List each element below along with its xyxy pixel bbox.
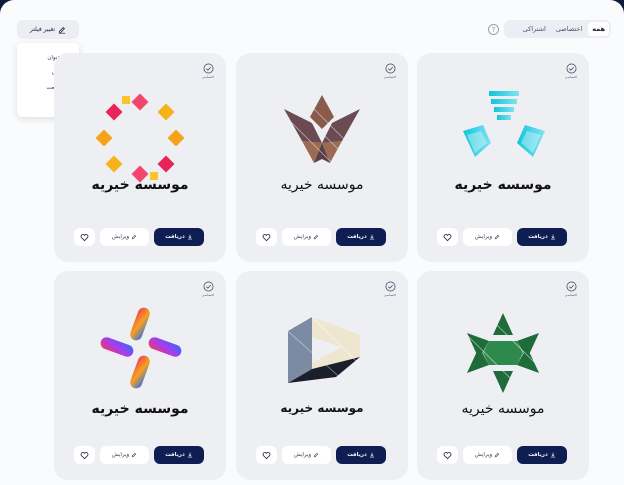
gradient-cross-logo: [100, 307, 182, 389]
favorite-button[interactable]: [256, 228, 277, 246]
download-button[interactable]: دریافت: [336, 228, 386, 246]
download-button[interactable]: دریافت: [517, 228, 567, 246]
exclusive-badge: اختصاصی: [201, 63, 215, 79]
download-button[interactable]: دریافت: [154, 228, 204, 246]
logo-card[interactable]: اختصاصی موسسه خیریه ویرایش دریافت: [236, 271, 408, 480]
exclusive-badge: اختصاصی: [383, 281, 397, 297]
logo-card[interactable]: اختصاصی موسسه خیریه ویرایش دریافت: [417, 271, 589, 480]
download-button[interactable]: دریافت: [517, 446, 567, 464]
green-star-logo: [462, 310, 544, 393]
verified-icon: [203, 63, 213, 74]
tab-shared[interactable]: اشتراکی: [519, 22, 550, 36]
card-title: موسسه خیریه: [91, 177, 189, 193]
pencil-icon: [314, 234, 319, 240]
download-icon: [187, 234, 192, 240]
edit-button[interactable]: ویرایش: [463, 228, 512, 246]
verified-icon: [566, 281, 576, 292]
tab-exclusive[interactable]: اختصاصی: [552, 22, 586, 36]
heart-icon: [80, 233, 89, 241]
help-icon[interactable]: ?: [488, 24, 499, 35]
card-title: موسسه خیریه: [91, 401, 189, 417]
logo-card[interactable]: اختصاصی موسسه خیریه ویرایش دریافت: [417, 53, 589, 262]
logo-card[interactable]: اختصاصی موسسه خیریه ویرایش دریافت: [54, 271, 226, 480]
download-icon: [369, 452, 374, 458]
colorful-ring-logo: [95, 93, 185, 183]
download-button[interactable]: دریافت: [154, 446, 204, 464]
brown-bird-logo: [284, 95, 360, 170]
pencil-icon: [314, 452, 319, 458]
ownership-segmented-control: همه اختصاصی اشتراکی: [504, 20, 611, 38]
edit-button[interactable]: ویرایش: [463, 446, 512, 464]
change-filter-button[interactable]: تغییر فیلتر: [17, 20, 79, 39]
heart-icon: [262, 451, 271, 459]
download-button[interactable]: دریافت: [336, 446, 386, 464]
edit-button[interactable]: ویرایش: [100, 228, 149, 246]
exclusive-badge: اختصاصی: [564, 281, 578, 297]
app-frame: تغییر فیلتر تغییر عنوان تغییر رنگ تغییر …: [0, 0, 624, 485]
verified-icon: [385, 281, 395, 292]
verified-icon: [385, 63, 395, 74]
edit-button[interactable]: ویرایش: [282, 228, 331, 246]
card-title: موسسه خیریه: [280, 401, 364, 415]
heart-icon: [262, 233, 271, 241]
favorite-button[interactable]: [437, 228, 458, 246]
triangle-stripes-logo: [463, 91, 545, 157]
favorite-button[interactable]: [437, 446, 458, 464]
cube-prism-logo: [272, 297, 372, 397]
heart-icon: [443, 233, 452, 241]
download-icon: [187, 452, 192, 458]
exclusive-badge: اختصاصی: [383, 63, 397, 79]
favorite-button[interactable]: [256, 446, 277, 464]
edit-button[interactable]: ویرایش: [282, 446, 331, 464]
pencil-icon: [495, 234, 500, 240]
heart-icon: [80, 451, 89, 459]
exclusive-badge: اختصاصی: [564, 63, 578, 79]
favorite-button[interactable]: [74, 228, 95, 246]
download-icon: [550, 452, 555, 458]
tab-all[interactable]: همه: [588, 22, 609, 36]
card-title: موسسه خیریه: [280, 177, 364, 193]
edit-button[interactable]: ویرایش: [100, 446, 149, 464]
exclusive-badge: اختصاصی: [201, 281, 215, 297]
verified-icon: [566, 63, 576, 74]
pencil-icon: [132, 452, 137, 458]
verified-icon: [203, 281, 213, 292]
logo-card[interactable]: اختصاصی موسسه خیریه ویرایش دریافت: [236, 53, 408, 262]
change-filter-label: تغییر فیلتر: [29, 26, 56, 33]
card-title: موسسه خیریه: [461, 401, 545, 417]
edit-icon: [58, 26, 66, 34]
pencil-icon: [132, 234, 137, 240]
download-icon: [369, 234, 374, 240]
card-title: موسسه خیریه: [454, 177, 552, 193]
logo-card[interactable]: اختصاصی موسسه خیریه ویرایش دریافت: [54, 53, 226, 262]
download-icon: [550, 234, 555, 240]
pencil-icon: [495, 452, 500, 458]
heart-icon: [443, 451, 452, 459]
favorite-button[interactable]: [74, 446, 95, 464]
